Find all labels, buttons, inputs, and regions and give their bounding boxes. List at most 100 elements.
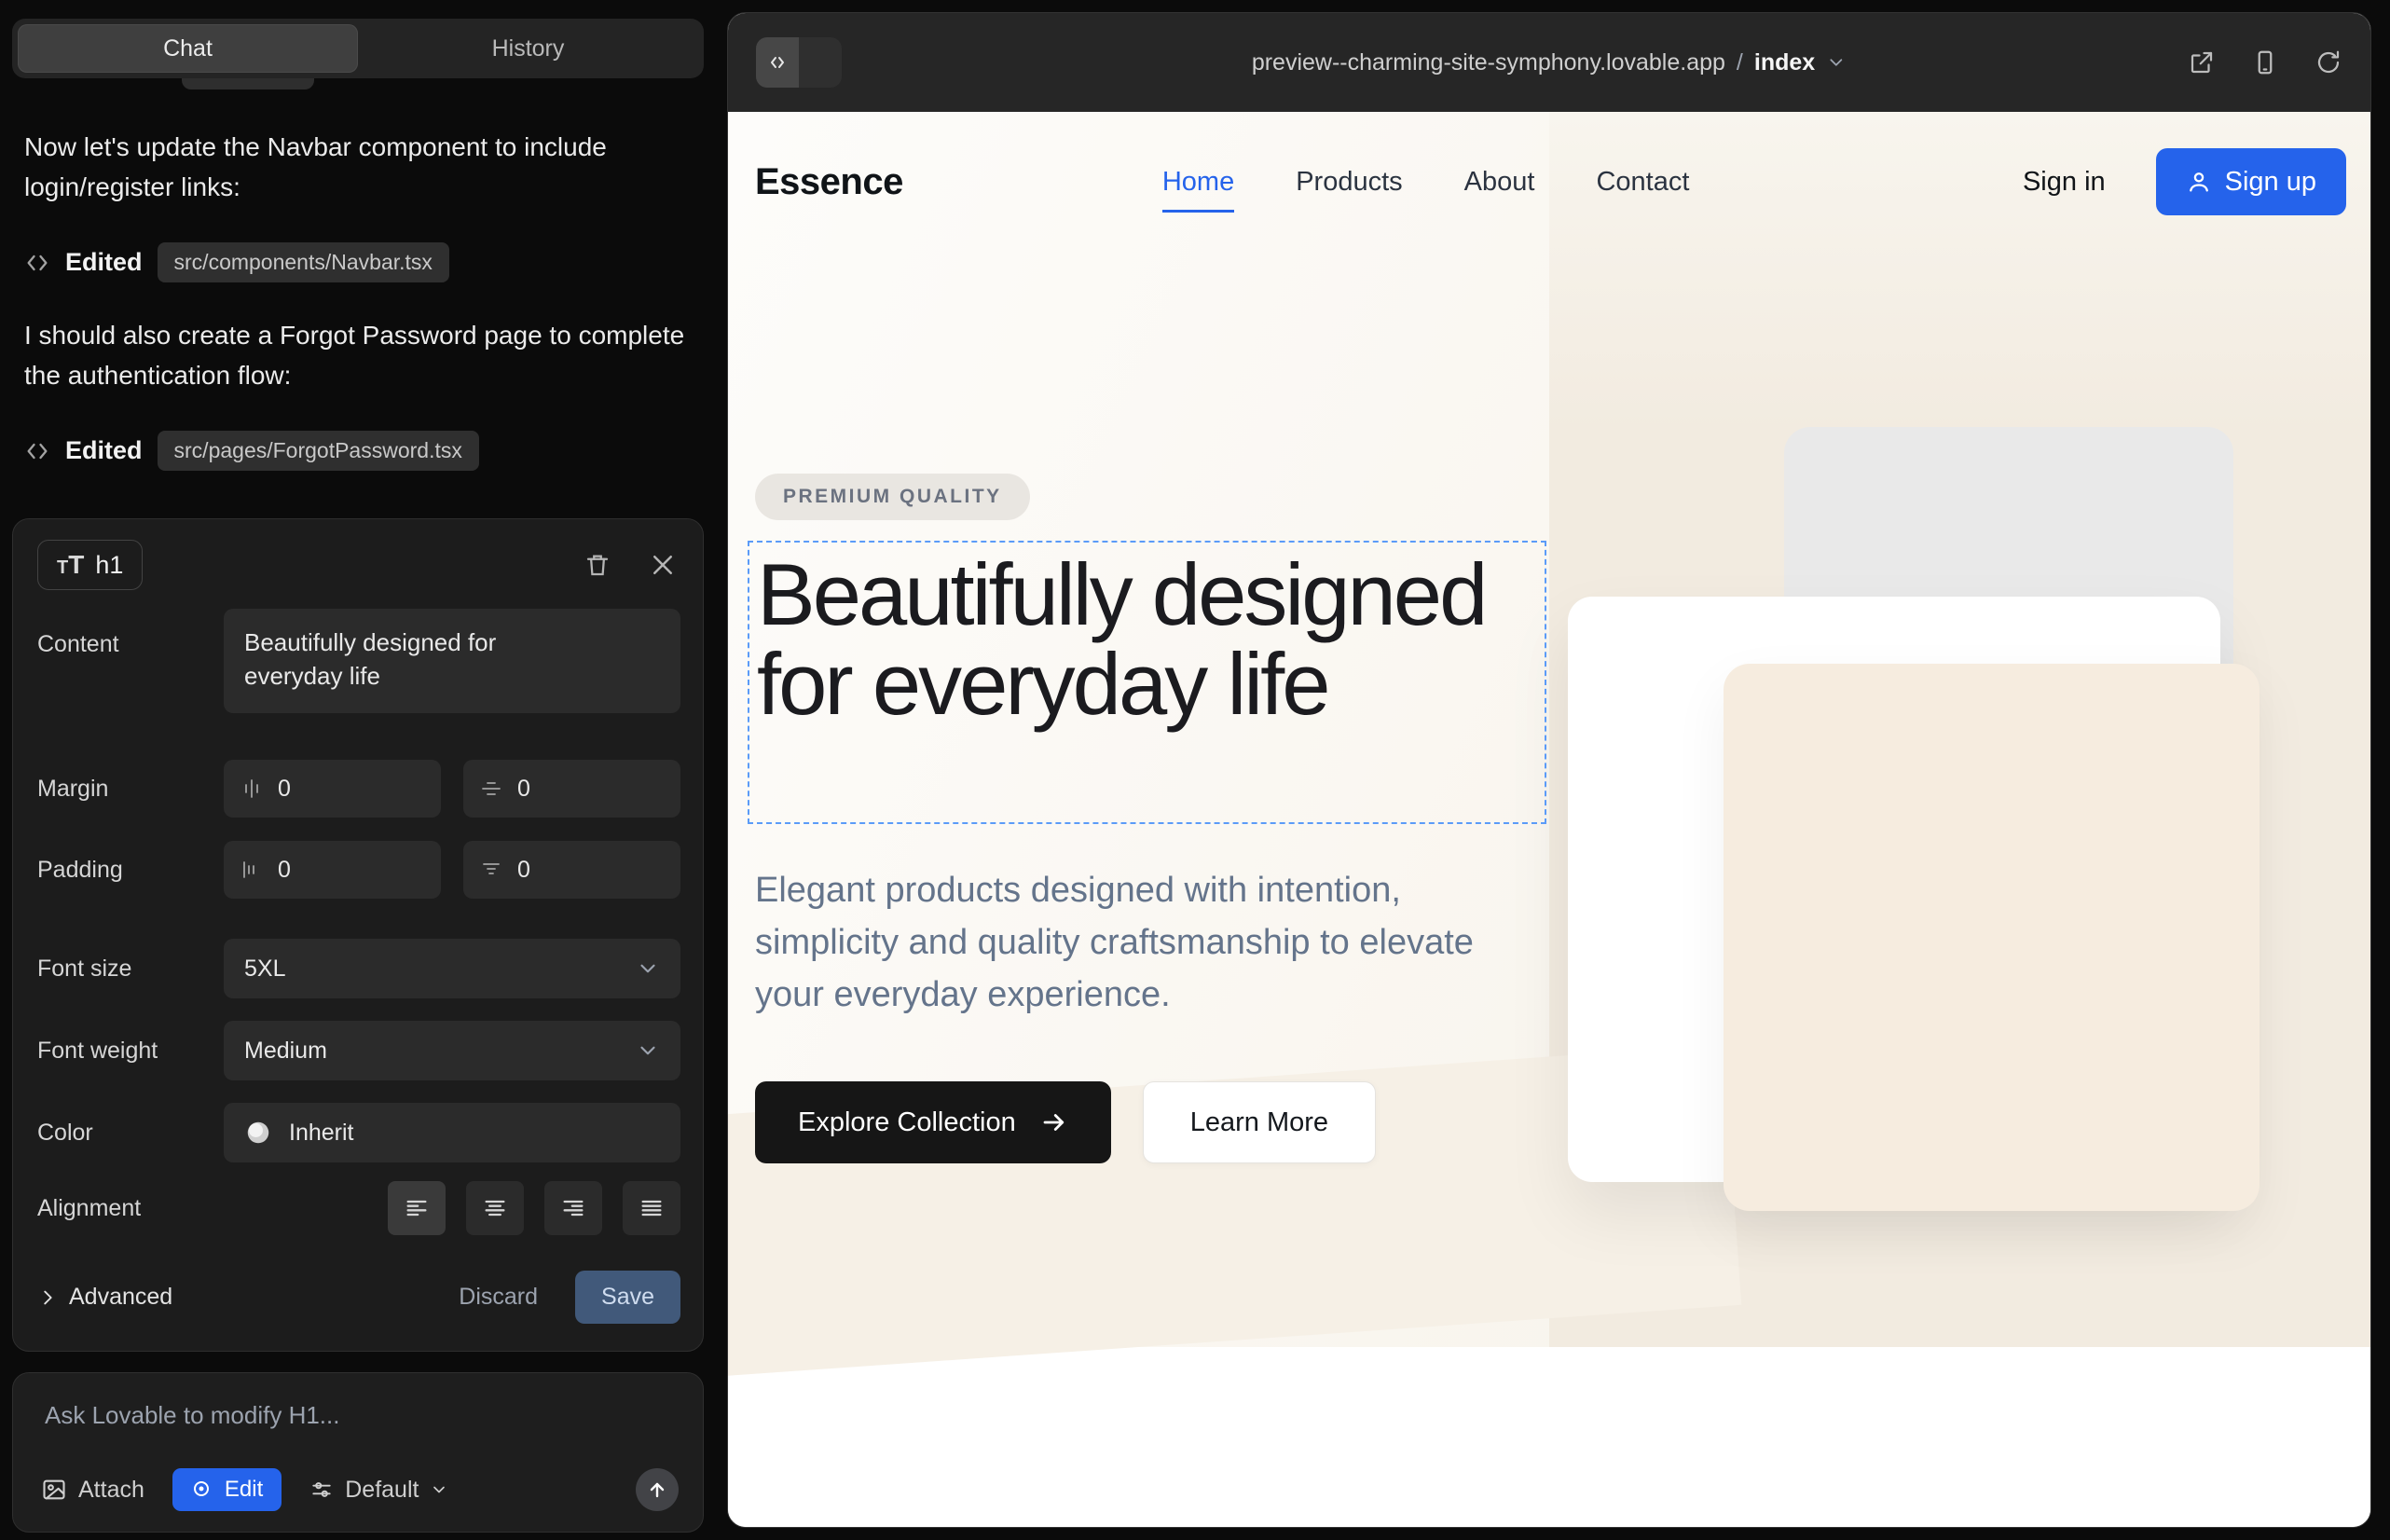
premium-quality-badge: PREMIUM QUALITY (755, 474, 1030, 520)
padding-y-value: 0 (517, 857, 530, 884)
default-mode-button[interactable]: Default (309, 1477, 448, 1504)
margin-label: Margin (37, 776, 224, 803)
align-right-button[interactable] (544, 1181, 602, 1235)
edited-file-row: Edited src/components/Navbar.tsx (24, 242, 449, 282)
h1-selection-outline[interactable]: Beautifully designed for everyday life (748, 541, 1546, 824)
edit-select-icon (191, 1478, 213, 1501)
chevron-right-icon (37, 1287, 58, 1308)
prompt-input[interactable] (45, 1401, 660, 1430)
font-weight-value: Medium (244, 1038, 327, 1065)
tab-chat[interactable]: Chat (18, 24, 358, 73)
align-left-button[interactable] (388, 1181, 446, 1235)
align-center-button[interactable] (466, 1181, 524, 1235)
sign-in-link[interactable]: Sign in (2023, 167, 2106, 198)
font-weight-select[interactable]: Medium (224, 1021, 680, 1080)
open-external-icon[interactable] (2188, 48, 2216, 76)
code-icon (24, 438, 50, 464)
edit-label: Edit (225, 1477, 263, 1503)
learn-more-button[interactable]: Learn More (1143, 1081, 1376, 1163)
color-select[interactable]: Inherit (224, 1103, 680, 1162)
explore-collection-label: Explore Collection (798, 1107, 1016, 1138)
nav-link-home[interactable]: Home (1162, 167, 1234, 198)
chat-message: I should also create a Forgot Password p… (24, 315, 688, 396)
chevron-down-icon (1826, 52, 1847, 73)
nav-link-products[interactable]: Products (1296, 167, 1402, 198)
attach-button[interactable]: Attach (41, 1477, 144, 1504)
preview-browser-window: preview--charming-site-symphony.lovable.… (727, 12, 2371, 1528)
margin-horizontal-icon (240, 777, 263, 800)
chat-history-tabbar: Chat History (12, 19, 704, 78)
edited-label: Edited (65, 248, 143, 277)
color-value: Inherit (289, 1120, 353, 1147)
margin-x-input[interactable]: 0 (224, 760, 441, 818)
advanced-label: Advanced (69, 1284, 172, 1311)
close-icon[interactable] (649, 551, 677, 579)
edited-file-row: Edited src/pages/ForgotPassword.tsx (24, 431, 479, 471)
chat-message: Now let's update the Navbar component to… (24, 127, 688, 208)
file-chip-forgot-password[interactable]: src/pages/ForgotPassword.tsx (158, 431, 479, 471)
align-justify-button[interactable] (623, 1181, 680, 1235)
nav-link-contact[interactable]: Contact (1596, 167, 1689, 198)
file-chip-navbar[interactable]: src/components/Navbar.tsx (158, 242, 449, 282)
sign-up-label: Sign up (2225, 167, 2316, 198)
inspector-header: TT h1 (37, 540, 677, 590)
browser-toolbar: preview--charming-site-symphony.lovable.… (728, 13, 2370, 112)
font-weight-label: Font weight (37, 1038, 224, 1065)
content-input[interactable]: Beautifully designed for everyday life (224, 609, 680, 713)
user-icon (2186, 169, 2212, 195)
padding-vertical-icon (480, 859, 502, 881)
code-view-toggle[interactable] (756, 37, 842, 88)
code-icon (756, 37, 799, 88)
discard-button[interactable]: Discard (459, 1284, 538, 1311)
margin-x-value: 0 (278, 776, 291, 803)
nav-link-about[interactable]: About (1464, 167, 1535, 198)
element-tag-pill[interactable]: TT h1 (37, 540, 143, 590)
code-icon (24, 250, 50, 276)
save-button[interactable]: Save (575, 1271, 680, 1324)
chevron-down-icon (636, 1038, 660, 1063)
padding-horizontal-icon (240, 859, 263, 881)
padding-x-input[interactable]: 0 (224, 841, 441, 899)
chevron-down-icon (636, 956, 660, 981)
margin-y-input[interactable]: 0 (463, 760, 680, 818)
attach-label: Attach (78, 1477, 144, 1504)
tab-history[interactable]: History (358, 24, 698, 73)
hero-paragraph: Elegant products designed with intention… (755, 865, 1501, 1022)
alignment-label: Alignment (37, 1195, 224, 1222)
hero-beige-card (1724, 664, 2260, 1211)
arrow-right-icon (1040, 1108, 1068, 1136)
element-tag: h1 (95, 551, 123, 580)
url-page: index (1754, 49, 1815, 76)
refresh-icon[interactable] (2314, 48, 2342, 76)
padding-label: Padding (37, 857, 224, 884)
advanced-toggle[interactable]: Advanced (37, 1284, 172, 1311)
sign-up-button[interactable]: Sign up (2156, 148, 2346, 215)
url-separator: / (1737, 49, 1743, 76)
hero-heading: Beautifully designed for everyday life (757, 550, 1545, 729)
sliders-icon (309, 1478, 334, 1502)
content-value: Beautifully designed for everyday life (244, 626, 570, 694)
edited-label: Edited (65, 436, 143, 465)
prompt-composer: Attach Edit Default (12, 1372, 704, 1533)
font-size-select[interactable]: 5XL (224, 939, 680, 998)
padding-y-input[interactable]: 0 (463, 841, 680, 899)
site-preview: Essence Home Products About Contact Sign… (728, 112, 2370, 1528)
padding-x-value: 0 (278, 857, 291, 884)
delete-element-icon[interactable] (584, 551, 611, 579)
send-button[interactable] (636, 1468, 679, 1511)
margin-y-value: 0 (517, 776, 530, 803)
mobile-preview-icon[interactable] (2251, 48, 2279, 76)
font-size-value: 5XL (244, 956, 285, 983)
explore-collection-button[interactable]: Explore Collection (755, 1081, 1111, 1163)
margin-vertical-icon (480, 777, 502, 800)
edit-mode-button[interactable]: Edit (172, 1468, 282, 1511)
site-navbar: Essence Home Products About Contact Sign… (728, 112, 2370, 252)
chevron-down-icon (430, 1480, 448, 1499)
url-bar[interactable]: preview--charming-site-symphony.lovable.… (1252, 49, 1847, 76)
color-label: Color (37, 1120, 224, 1147)
preview-url: preview--charming-site-symphony.lovable.… (1252, 49, 1725, 76)
typography-icon: TT (57, 550, 84, 580)
image-icon (41, 1477, 67, 1503)
brand-logo[interactable]: Essence (755, 161, 903, 203)
content-label: Content (37, 609, 224, 658)
